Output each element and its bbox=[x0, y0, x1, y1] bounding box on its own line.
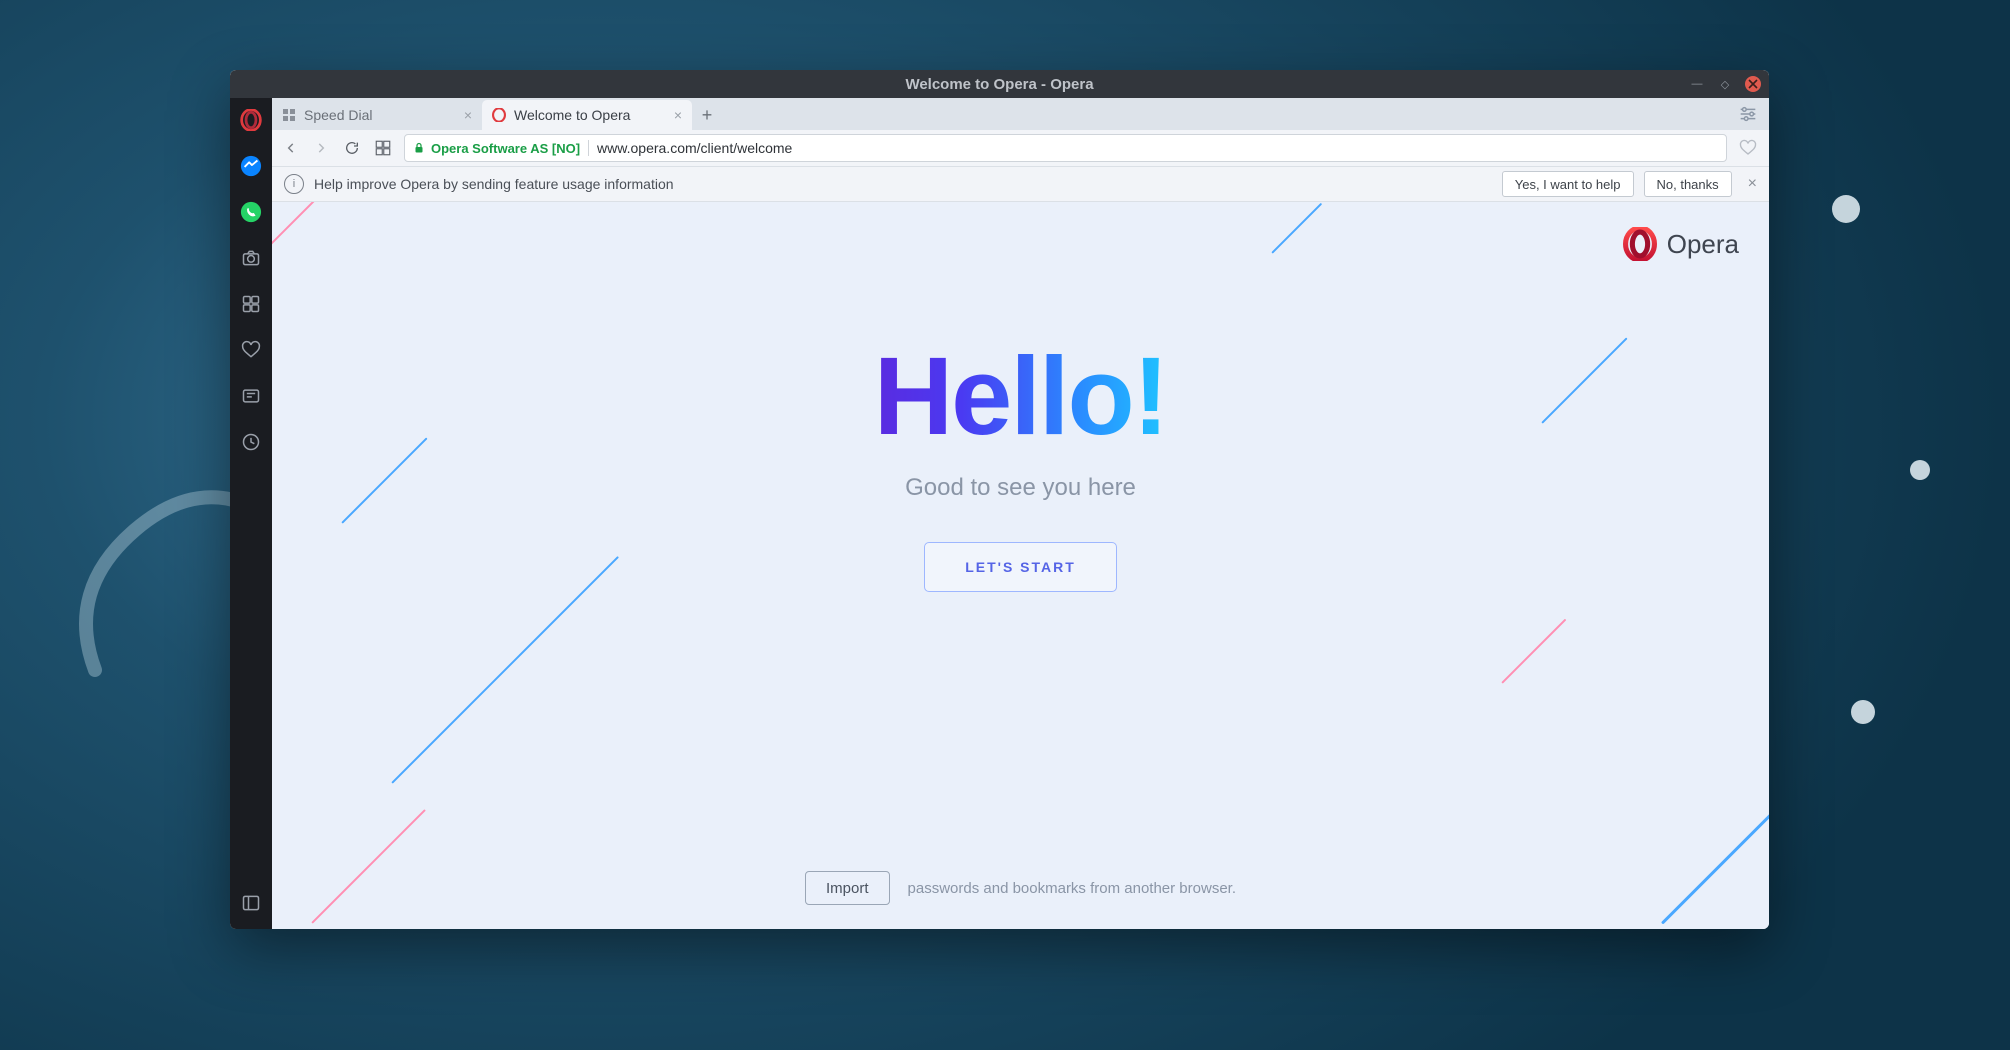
wallpaper-dot bbox=[1851, 700, 1875, 724]
wallpaper-dot bbox=[1832, 195, 1860, 223]
back-button[interactable] bbox=[284, 141, 302, 155]
home-button[interactable] bbox=[374, 139, 392, 157]
window-controls: — ◇ bbox=[1689, 70, 1761, 98]
lock-icon bbox=[413, 141, 425, 155]
opera-sidebar bbox=[230, 98, 272, 929]
bookmarks-heart-icon[interactable] bbox=[239, 338, 263, 362]
new-tab-button[interactable]: + bbox=[692, 100, 722, 130]
opera-logo-icon bbox=[1623, 227, 1657, 261]
security-badge[interactable]: Opera Software AS [NO] bbox=[413, 141, 580, 156]
history-icon[interactable] bbox=[239, 430, 263, 454]
lets-start-button[interactable]: LET'S START bbox=[924, 542, 1117, 592]
desktop-wallpaper: Welcome to Opera - Opera — ◇ bbox=[0, 0, 2010, 1050]
window-titlebar[interactable]: Welcome to Opera - Opera — ◇ bbox=[230, 70, 1769, 98]
url-field[interactable]: Opera Software AS [NO] www.opera.com/cli… bbox=[404, 134, 1727, 162]
window-close-button[interactable] bbox=[1745, 76, 1761, 92]
opera-brand: Opera bbox=[1623, 227, 1739, 261]
infobar-decline-button[interactable]: No, thanks bbox=[1644, 171, 1732, 197]
snapshot-icon[interactable] bbox=[239, 246, 263, 270]
window-minimize-button[interactable]: — bbox=[1689, 76, 1705, 92]
window-title: Welcome to Opera - Opera bbox=[905, 76, 1093, 93]
accent-line bbox=[1501, 619, 1566, 684]
opera-favicon-icon bbox=[492, 108, 506, 122]
sidebar-toggle-icon[interactable] bbox=[239, 891, 263, 915]
accent-line bbox=[311, 809, 426, 924]
browser-main: Speed Dial × Welcome to Opera × + bbox=[272, 98, 1769, 929]
tab-strip: Speed Dial × Welcome to Opera × + bbox=[272, 98, 1769, 130]
info-message: Help improve Opera by sending feature us… bbox=[314, 176, 674, 192]
address-bar: Opera Software AS [NO] www.opera.com/cli… bbox=[272, 130, 1769, 167]
tab-welcome[interactable]: Welcome to Opera × bbox=[482, 100, 692, 130]
tab-close-icon[interactable]: × bbox=[674, 107, 682, 123]
easy-setup-icon[interactable] bbox=[1737, 103, 1759, 125]
window-maximize-button[interactable]: ◇ bbox=[1717, 76, 1733, 92]
personal-news-icon[interactable] bbox=[239, 384, 263, 408]
tab-close-icon[interactable]: × bbox=[464, 107, 472, 123]
forward-button[interactable] bbox=[314, 141, 332, 155]
accent-line bbox=[1271, 203, 1322, 254]
welcome-center: Hello! Good to see you here LET'S START bbox=[272, 342, 1769, 592]
wallpaper-dot bbox=[1910, 460, 1930, 480]
opera-brand-label: Opera bbox=[1667, 229, 1739, 260]
divider bbox=[588, 140, 589, 156]
import-description: passwords and bookmarks from another bro… bbox=[908, 880, 1236, 897]
browser-window: Welcome to Opera - Opera — ◇ bbox=[230, 70, 1769, 929]
cert-label: Opera Software AS [NO] bbox=[431, 141, 580, 156]
info-bar: i Help improve Opera by sending feature … bbox=[272, 167, 1769, 202]
welcome-page: Opera Hello! Good to see you here LET'S … bbox=[272, 202, 1769, 929]
import-button[interactable]: Import bbox=[805, 871, 890, 905]
hello-heading: Hello! bbox=[874, 342, 1168, 452]
reload-button[interactable] bbox=[344, 140, 362, 156]
tab-speed-dial[interactable]: Speed Dial × bbox=[272, 100, 482, 130]
tab-label: Welcome to Opera bbox=[514, 107, 630, 123]
bookmark-heart-icon[interactable] bbox=[1739, 139, 1757, 157]
messenger-icon[interactable] bbox=[239, 154, 263, 178]
tab-label: Speed Dial bbox=[304, 107, 373, 123]
extensions-icon[interactable] bbox=[239, 292, 263, 316]
accent-line bbox=[272, 202, 408, 264]
speed-dial-icon bbox=[282, 108, 296, 122]
whatsapp-icon[interactable] bbox=[239, 200, 263, 224]
url-text: www.opera.com/client/welcome bbox=[597, 140, 792, 156]
welcome-subtitle: Good to see you here bbox=[905, 474, 1136, 502]
opera-logo-icon[interactable] bbox=[239, 108, 263, 132]
infobar-accept-button[interactable]: Yes, I want to help bbox=[1502, 171, 1634, 197]
info-icon: i bbox=[284, 174, 304, 194]
import-row: Import passwords and bookmarks from anot… bbox=[272, 871, 1769, 905]
infobar-close-icon[interactable]: × bbox=[1748, 175, 1757, 193]
